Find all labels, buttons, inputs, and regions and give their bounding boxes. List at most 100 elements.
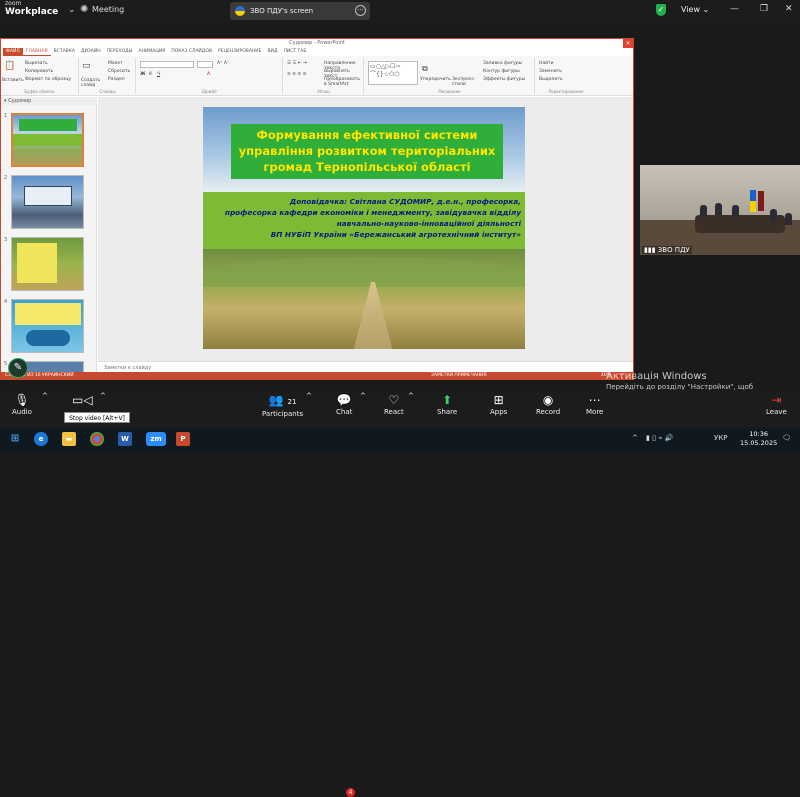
word-icon[interactable]: W	[118, 432, 132, 446]
taskbar-clock[interactable]: 10:36 15.05.2025	[740, 430, 777, 448]
flag-institution	[758, 191, 764, 211]
bullets-icon[interactable]: ☰ ☰ ⇤ ⇥	[287, 61, 307, 66]
layout-button[interactable]: Макет	[108, 61, 123, 66]
react-button[interactable]: ♡ React	[384, 392, 404, 416]
tab-transitions[interactable]: ПЕРЕХОДЫ	[104, 48, 136, 56]
windows-icon[interactable]: ⊞	[8, 432, 22, 446]
font-family-select[interactable]	[140, 61, 194, 68]
tab-file[interactable]: ФАЙЛ	[3, 48, 23, 56]
slide-number: 5	[4, 361, 8, 367]
status-right[interactable]: ЗАМЕТКИ ПРИМЕЧАНИЯ	[431, 372, 487, 379]
arrange-button[interactable]: Упорядочить	[420, 77, 451, 82]
share-button[interactable]: ⬆ Share	[437, 392, 457, 416]
new-slide-button[interactable]: Создать слайд	[81, 78, 100, 88]
react-options-caret[interactable]: ^	[408, 392, 414, 400]
audio-options-caret[interactable]: ^	[42, 392, 48, 400]
slide-title[interactable]: Формування ефективної системи управління…	[231, 124, 503, 179]
speaker-line: професорка кафедри економіки і менеджмен…	[224, 208, 521, 217]
chevron-down-icon[interactable]: ⌄	[68, 5, 76, 15]
find-button[interactable]: Найти	[539, 61, 554, 66]
edge-icon[interactable]: e	[34, 432, 48, 446]
drawing-group: ▭○△▷☐⇨ ⌒{}☆⬠⬡ ⧉ Упорядочить Экспресс-стил…	[365, 58, 535, 94]
slide-thumbnail-4[interactable]	[11, 299, 84, 353]
grow-font-icon[interactable]: A⁺ A⁻	[217, 61, 229, 66]
annotate-pen-icon[interactable]: ✎	[8, 358, 28, 378]
reset-button[interactable]: Сбросить	[108, 69, 130, 74]
audio-button[interactable]: 🎙 Audio	[12, 392, 32, 416]
stop-video-button[interactable]: ▭◁	[72, 392, 93, 408]
speaker-line: навчально-науково-інноваційної діяльност…	[336, 219, 521, 228]
more-options-icon[interactable]: ···	[355, 5, 366, 16]
align-icon[interactable]: ≡ ≡ ≡ ≡	[287, 72, 306, 77]
minimize-icon[interactable]: —	[730, 4, 739, 14]
screen-share-indicator[interactable]: ЗВО ПДУ's screen ···	[230, 2, 370, 20]
slide-thumbnail-1[interactable]	[11, 113, 84, 167]
italic-icon[interactable]: К	[149, 72, 152, 77]
thumbnail-speaker-block	[13, 134, 82, 146]
shield-check-icon[interactable]: ✓	[656, 4, 666, 16]
tab-home[interactable]: ГЛАВНАЯ	[22, 48, 51, 56]
copy-button[interactable]: Копировать	[25, 69, 53, 74]
shape-outline-button[interactable]: Контур фигуры	[483, 69, 520, 74]
participant-video-tile[interactable]: ▮▮▮ ЗВО ПДУ	[640, 165, 800, 255]
section-button[interactable]: Раздел	[108, 77, 125, 82]
tray-chevron-icon[interactable]: ^	[632, 434, 638, 442]
chat-options-caret[interactable]: ^	[360, 392, 366, 400]
paste-button[interactable]: Вставить	[2, 78, 24, 83]
tab-view[interactable]: ВИД	[265, 48, 281, 56]
chrome-icon[interactable]	[90, 432, 104, 446]
meeting-label[interactable]: Meeting	[92, 5, 124, 14]
leave-button[interactable]: ⇥ Leave	[766, 392, 787, 416]
select-button[interactable]: Выделить	[539, 77, 563, 82]
font-size-select[interactable]	[197, 61, 213, 68]
meeting-icon: ✺	[80, 4, 89, 15]
font-color-icon[interactable]: A	[207, 72, 210, 77]
powerpoint-icon[interactable]: P	[176, 432, 190, 446]
restore-icon[interactable]: ❐	[760, 4, 768, 14]
format-painter-button[interactable]: Формат по образцу	[25, 77, 71, 82]
close-icon[interactable]: ✕	[785, 4, 793, 14]
slide-editing-area[interactable]: Формування ефективної системи управління…	[98, 97, 633, 361]
bold-icon[interactable]: Ж	[140, 72, 146, 77]
tab-insert[interactable]: ВСТАВКА	[51, 48, 78, 56]
tab-review[interactable]: РЕЦЕНЗИРОВАНИЕ	[215, 48, 265, 56]
explorer-icon[interactable]: ▬	[62, 432, 76, 446]
smartart-button[interactable]: Преобразовать в SmartArt	[324, 77, 364, 87]
replace-button[interactable]: Заменить	[539, 69, 562, 74]
shape-fill-button[interactable]: Заливка фигуры	[483, 61, 522, 66]
ribbon: 📋 Вставить Вырезать Копировать Формат по…	[1, 56, 633, 96]
tab-animation[interactable]: АНИМАЦИЯ	[136, 48, 169, 56]
notifications-icon[interactable]: 🗨	[782, 434, 791, 442]
quick-styles-button[interactable]: Экспресс-стили	[452, 77, 476, 87]
tab-sheet[interactable]: ЛИСТ ТАБ	[280, 48, 309, 56]
keyboard-language[interactable]: УКР	[714, 434, 727, 442]
close-icon[interactable]: ✕	[623, 39, 633, 48]
chat-button[interactable]: 💬 Chat	[336, 392, 352, 416]
tab-slideshow[interactable]: ПОКАЗ СЛАЙДОВ	[168, 48, 215, 56]
slide-thumbnail-2[interactable]	[11, 175, 84, 229]
more-button[interactable]: ⋯ More	[586, 392, 603, 416]
tab-design[interactable]: ДИЗАЙН	[78, 48, 104, 56]
slide-thumbnail-3[interactable]	[11, 237, 84, 291]
zoom-icon[interactable]: zm	[146, 432, 166, 446]
zoom-top-bar: zoom Workplace ⌄ ✺ Meeting ЗВО ПДУ's scr…	[0, 0, 800, 22]
tray-icons[interactable]: ▮ ▯ ⌁ 🔊	[646, 434, 673, 442]
view-button[interactable]: View ⌄	[681, 5, 709, 14]
cut-button[interactable]: Вырезать	[25, 61, 48, 66]
slide-speaker-info[interactable]: Доповідачка: Світлана СУДОМИР, д.е.н., п…	[203, 192, 525, 249]
apps-button[interactable]: ⊞ Apps	[490, 392, 507, 416]
video-options-caret[interactable]: ^	[100, 392, 106, 400]
person	[732, 205, 739, 217]
shapes-gallery[interactable]: ▭○△▷☐⇨ ⌒{}☆⬠⬡	[368, 61, 418, 85]
slide-number: 1	[4, 113, 8, 119]
participants-button[interactable]: 👥 21 Participants	[262, 392, 303, 418]
video-participant-label: ▮▮▮ ЗВО ПДУ	[642, 246, 692, 254]
clipboard-group: 📋 Вставить Вырезать Копировать Формат по…	[1, 58, 79, 94]
participants-options-caret[interactable]: ^	[306, 392, 312, 400]
slides-panel-heading[interactable]: ▾ Судомир	[1, 97, 97, 105]
current-slide[interactable]: Формування ефективної системи управління…	[203, 107, 525, 349]
record-button[interactable]: ◉ Record	[536, 392, 560, 416]
slide-thumbnails-panel[interactable]: 1 2 3 4 5	[1, 105, 97, 373]
shape-effects-button[interactable]: Эффекты фигуры	[483, 77, 525, 82]
underline-icon[interactable]: Ч	[157, 72, 160, 77]
